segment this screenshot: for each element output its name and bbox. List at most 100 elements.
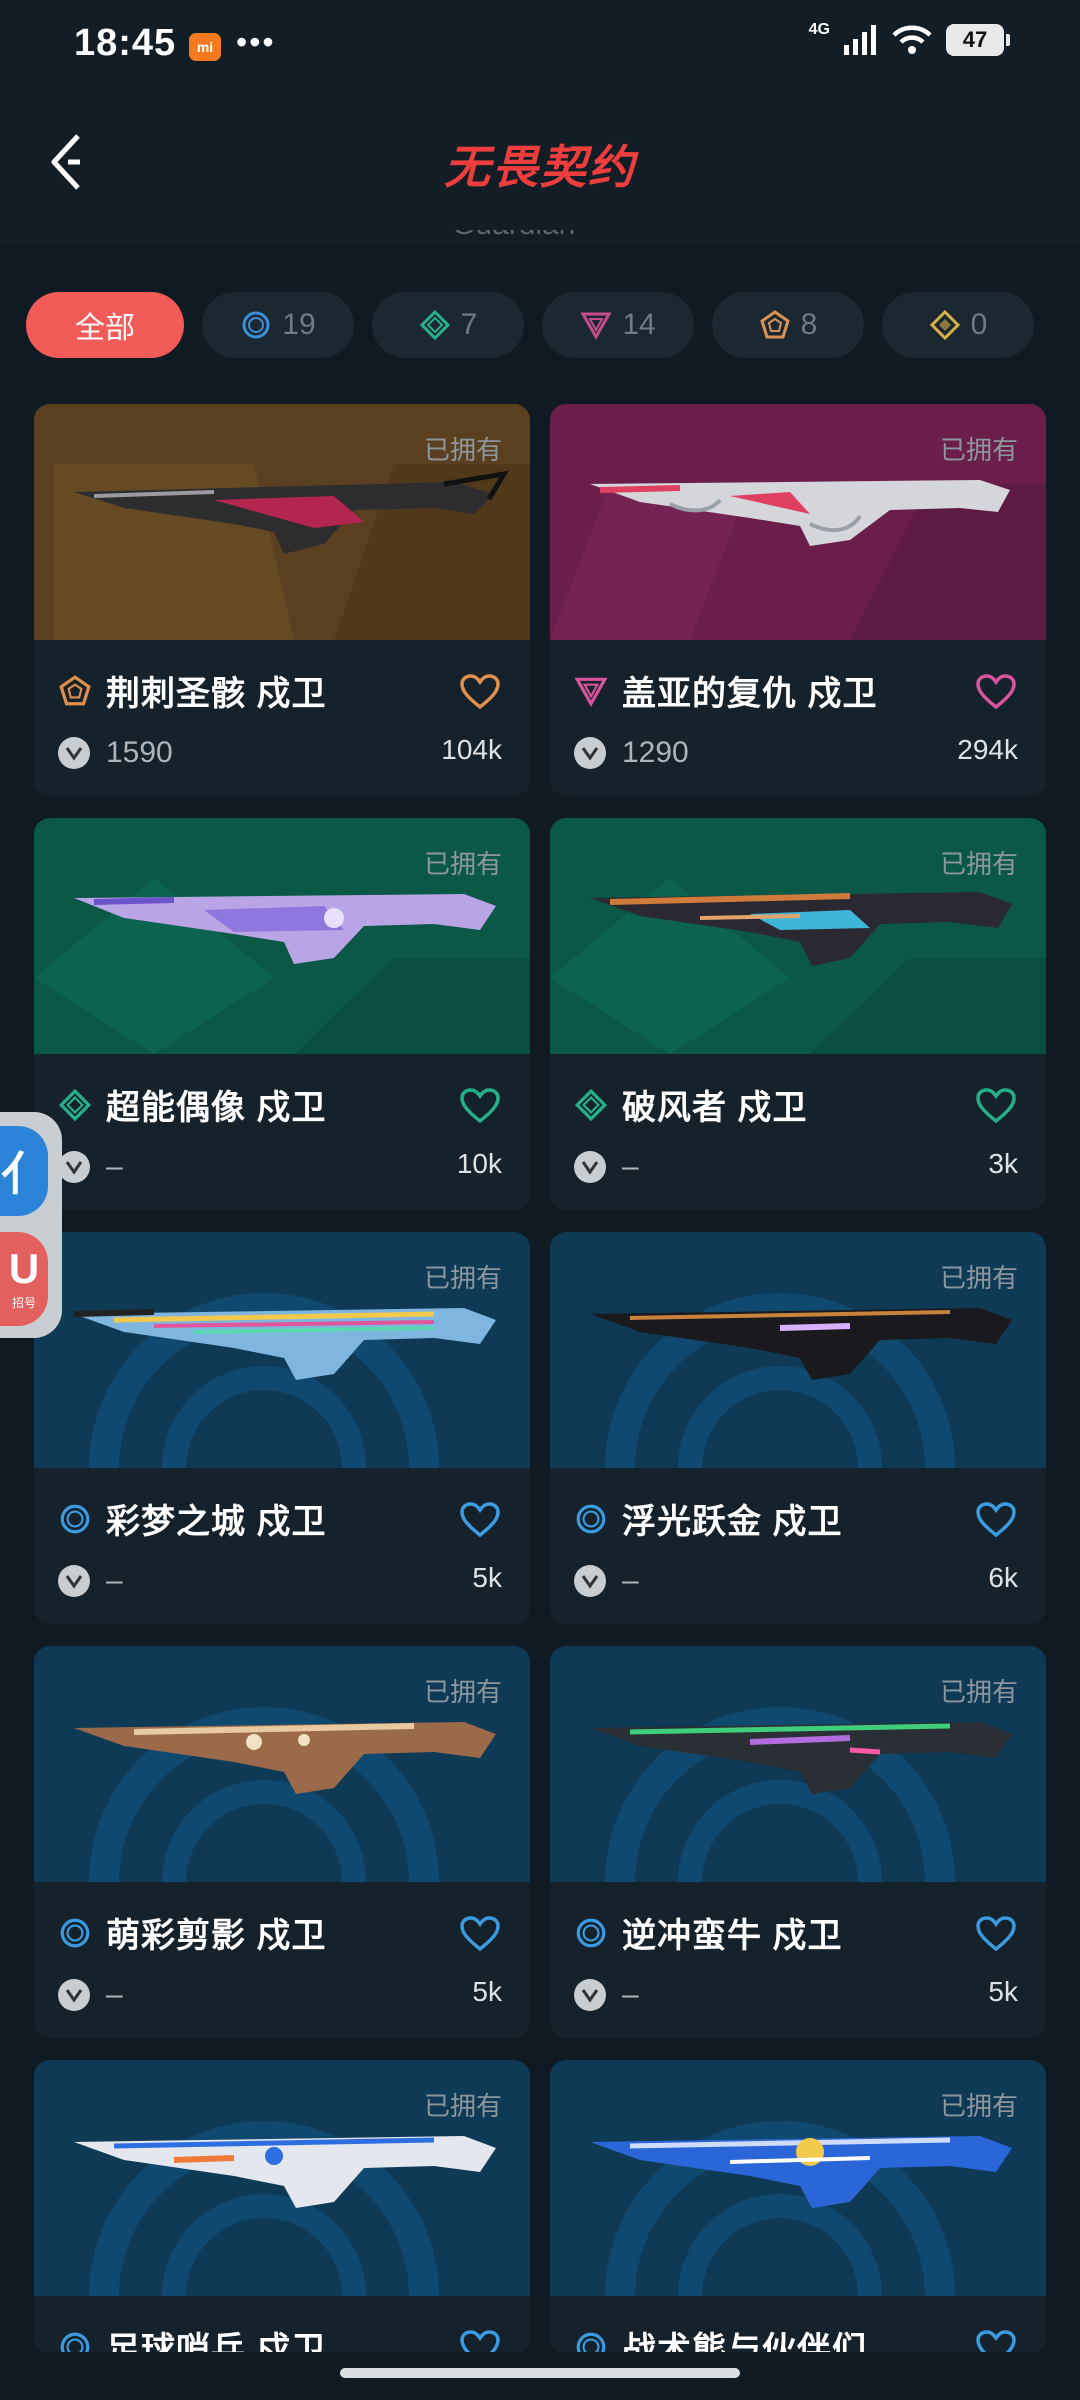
skin-name: 足球哨兵 戍卫 [106,2331,327,2354]
filter-select-count: 19 [282,308,316,341]
price: – [106,1564,123,1597]
card-info: 战术熊与伙伴们 [550,2296,1046,2354]
heart-icon[interactable] [976,1916,1016,1952]
select-tier-icon [576,1918,606,1947]
status-bar: 18:45 mi ••• 4G 47 [0,0,1080,92]
filter-all[interactable]: 全部 [26,292,184,358]
skin-card[interactable]: 已拥有 浮光跃金 戍卫 – 6k [550,1232,1046,1624]
skin-name: 超能偶像 戍卫 [106,1089,327,1127]
filter-deluxe-tier[interactable]: 7 [372,292,524,358]
heart-icon[interactable] [460,1502,500,1538]
price: – [622,1978,639,2011]
like-count: 294k [957,734,1018,765]
skin-card[interactable]: 已拥有 盖亚的复仇 戍卫 1290 294k [550,404,1046,796]
filter-premium-tier[interactable]: 14 [542,292,694,358]
heart-icon[interactable] [976,674,1016,710]
skin-name: 盖亚的复仇 戍卫 [622,675,878,713]
price: – [622,1150,639,1183]
filter-exclusive-tier[interactable]: 8 [712,292,864,358]
card-title-row: 足球哨兵 戍卫 [58,2322,326,2354]
card-info: 超能偶像 戍卫 – 10k [34,1054,530,1210]
price-row: – [574,1564,639,1598]
owned-tag: 已拥有 [939,2091,1018,2121]
more-notifications-icon: ••• [236,24,276,60]
price-row: – [574,1150,639,1184]
heart-icon[interactable] [976,2330,1016,2354]
like-count: 5k [472,1976,502,2007]
owned-tag: 已拥有 [939,1677,1018,1707]
filter-ultra-tier[interactable]: 0 [882,292,1034,358]
heart-icon[interactable] [976,1502,1016,1538]
card-info: 破风者 戍卫 – 3k [550,1054,1046,1210]
price-row: – [58,1564,123,1598]
mi-app-icon: mi [189,33,221,61]
skin-card[interactable]: 已拥有 破风者 戍卫 – 3k [550,818,1046,1210]
card-info: 荆刺圣骸 戍卫 1590 104k [34,640,530,796]
select-tier-icon [60,1504,90,1533]
skin-image: 已拥有 [550,1232,1046,1468]
ultra-tier-icon [929,309,960,341]
owned-tag: 已拥有 [423,849,502,879]
accessibility-shortcut-icon[interactable]: 亻 [0,1126,48,1216]
like-count: 5k [472,1562,502,1593]
filter-all-label: 全部 [75,312,135,345]
price-row: 1590 [58,736,173,770]
price-row: – [58,1978,123,2012]
card-info: 足球哨兵 戍卫 [34,2296,530,2354]
vp-currency-icon [58,1565,90,1597]
exclusive-tier-icon [759,310,790,339]
heart-icon[interactable] [460,1916,500,1952]
vp-currency-icon [58,737,90,769]
skin-image: 已拥有 [34,1232,530,1468]
premium-tier-icon [580,312,612,341]
card-info: 彩梦之城 戍卫 – 5k [34,1468,530,1624]
heart-icon[interactable] [460,2330,500,2354]
status-time: 18:45 [74,22,177,64]
skin-name: 荆刺圣骸 戍卫 [106,675,327,713]
owned-tag: 已拥有 [423,1263,502,1293]
skin-card[interactable]: 已拥有 足球哨兵 戍卫 [34,2060,530,2354]
price: 1590 [106,736,173,769]
weapon-title-strip: Guardian [0,230,1080,244]
like-count: 104k [441,734,502,765]
recruit-shortcut-glyph: U [8,1244,40,1292]
skin-card[interactable]: 已拥有 逆冲蛮牛 戍卫 – 5k [550,1646,1046,2038]
recruit-shortcut[interactable]: U 招号 [0,1232,48,1326]
battery-indicator: 47 [946,24,1010,56]
skin-image: 已拥有 [550,404,1046,640]
heart-icon[interactable] [460,1088,500,1124]
card-info: 浮光跃金 戍卫 – 6k [550,1468,1046,1624]
back-button[interactable] [36,130,100,194]
vp-currency-icon [58,1151,90,1183]
filter-exclusive-count: 8 [800,308,818,341]
skin-image: 已拥有 [550,2060,1046,2296]
skin-image: 已拥有 [34,1646,530,1882]
exclusive-tier-icon [59,674,91,705]
card-title-row: 战术熊与伙伴们 [574,2322,867,2354]
skin-card[interactable]: 已拥有 战术熊与伙伴们 [550,2060,1046,2354]
owned-tag: 已拥有 [939,435,1018,465]
skin-card[interactable]: 已拥有 彩梦之城 戍卫 – 5k [34,1232,530,1624]
skin-name: 逆冲蛮牛 戍卫 [622,1917,843,1955]
home-indicator[interactable] [340,2368,740,2378]
tier-filter-bar: 全部 19 7 14 8 0 [26,292,1066,358]
vp-currency-icon [574,1565,606,1597]
premium-tier-icon [574,677,608,707]
skin-card[interactable]: 已拥有 超能偶像 戍卫 – 10k [34,818,530,1210]
floating-side-widget[interactable]: 亻 U 招号 [0,1112,62,1338]
card-title-row: 浮光跃金 戍卫 [574,1494,842,1543]
heart-icon[interactable] [460,674,500,710]
chevron-left-icon [51,134,80,190]
network-type: 4G [808,21,830,38]
owned-tag: 已拥有 [939,849,1018,879]
filter-select-tier[interactable]: 19 [202,292,354,358]
heart-icon[interactable] [976,1088,1016,1124]
skin-image: 已拥有 [550,818,1046,1054]
skin-card[interactable]: 已拥有 萌彩剪影 戍卫 – 5k [34,1646,530,2038]
skin-card[interactable]: 已拥有 荆刺圣骸 戍卫 1590 104k [34,404,530,796]
skin-image: 已拥有 [34,404,530,640]
skin-name: 萌彩剪影 戍卫 [106,1917,327,1955]
price-row: 1290 [574,736,689,770]
owned-tag: 已拥有 [423,2091,502,2121]
price: – [106,1978,123,2011]
